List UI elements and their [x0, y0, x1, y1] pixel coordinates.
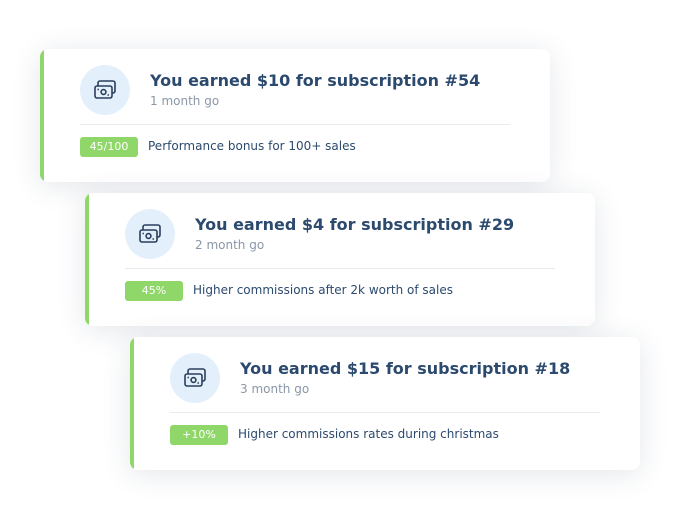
card-description: Higher commissions after 2k worth of sal… [193, 283, 453, 297]
status-badge: 45% [125, 281, 183, 301]
card-title: You earned $4 for subscription #29 [195, 215, 515, 234]
card-divider [80, 124, 510, 125]
card-title: You earned $10 for subscription #54 [150, 71, 481, 90]
card-title: You earned $15 for subscription #18 [240, 359, 571, 378]
card-timestamp: 2 month go [195, 238, 265, 252]
earning-card: You earned $15 for subscription #18 3 mo… [130, 337, 640, 470]
status-badge: 45/100 [80, 137, 138, 157]
status-badge: +10% [170, 425, 228, 445]
earning-card: You earned $10 for subscription #54 1 mo… [40, 49, 550, 182]
card-accent-bar [130, 337, 134, 470]
card-accent-bar [85, 193, 89, 326]
card-divider [170, 412, 600, 413]
card-timestamp: 3 month go [240, 382, 310, 396]
card-description: Performance bonus for 100+ sales [148, 139, 356, 153]
card-timestamp: 1 month go [150, 94, 220, 108]
money-icon [80, 65, 130, 115]
money-icon [125, 209, 175, 259]
card-accent-bar [40, 49, 44, 182]
card-divider [125, 268, 555, 269]
earning-card: You earned $4 for subscription #29 2 mon… [85, 193, 595, 326]
money-icon [170, 353, 220, 403]
card-description: Higher commissions rates during christma… [238, 427, 499, 441]
